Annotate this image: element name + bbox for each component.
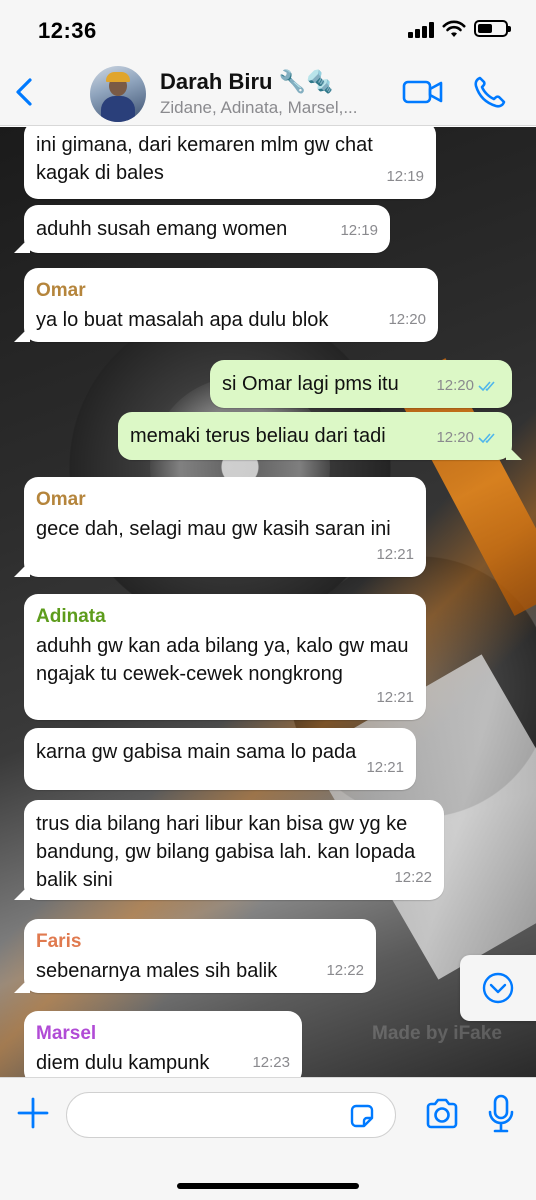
message-time: 12:21 — [376, 546, 414, 563]
message-bubble[interactable]: Adinata aduhh gw kan ada bilang ya, kalo… — [24, 594, 426, 720]
message-text: karna gw gabisa main sama lo pada — [36, 741, 357, 763]
read-receipt-icon — [478, 433, 495, 444]
message-bubble[interactable]: memaki terus beliau dari tadi 12:20 — [118, 412, 522, 460]
message-time: 12:22 — [326, 962, 364, 979]
message-bubble[interactable]: aduhh susah emang women 12:19 — [14, 205, 390, 253]
message-bubble[interactable]: ini gimana, dari kemaren mlm gw chat kag… — [24, 127, 436, 199]
message-text: trus dia bilang hari libur kan bisa gw y… — [36, 813, 416, 891]
chat-title[interactable]: Darah Biru 🔧🔩 — [160, 69, 333, 95]
phone-icon[interactable] — [472, 74, 506, 110]
message-time: 12:22 — [394, 869, 432, 886]
scroll-to-bottom-button[interactable] — [460, 955, 536, 1021]
home-indicator[interactable] — [177, 1183, 359, 1189]
message-bubble[interactable]: Omar ya lo buat masalah apa dulu blok 12… — [14, 268, 438, 342]
chat-header: Darah Biru 🔧🔩 Zidane, Adinata, Marsel,..… — [0, 60, 536, 126]
message-input[interactable] — [66, 1092, 396, 1138]
video-camera-icon[interactable] — [402, 76, 444, 108]
status-time: 12:36 — [38, 18, 97, 43]
message-bubble[interactable]: si Omar lagi pms itu 12:20 — [210, 360, 512, 408]
message-bubble[interactable]: Faris sebenarnya males sih balik 12:22 — [14, 919, 376, 993]
chevron-down-circle-icon — [482, 972, 514, 1004]
wifi-icon — [442, 20, 466, 37]
message-time: 12:20 — [436, 372, 500, 400]
message-text: aduhh gw kan ada bilang ya, kalo gw mau … — [36, 635, 409, 685]
message-bubble[interactable]: Omar gece dah, selagi mau gw kasih saran… — [14, 477, 426, 577]
message-bubble[interactable]: Marsel diem dulu kampunk 12:23 — [24, 1011, 302, 1077]
camera-icon[interactable] — [424, 1098, 460, 1130]
message-text: aduhh susah emang women — [36, 218, 288, 240]
chat-participants[interactable]: Zidane, Adinata, Marsel,... — [160, 98, 390, 118]
message-text: sebenarnya males sih balik — [36, 960, 278, 982]
battery-level — [478, 24, 492, 33]
message-time: 12:19 — [340, 222, 378, 239]
message-sender: Marsel — [36, 1023, 97, 1044]
message-time: 12:23 — [252, 1054, 290, 1071]
message-text: gece dah, selagi mau gw kasih saran ini — [36, 518, 391, 540]
read-receipt-icon — [478, 381, 495, 392]
battery-icon — [474, 20, 511, 37]
message-bubble[interactable]: trus dia bilang hari libur kan bisa gw y… — [14, 800, 444, 900]
chevron-left-icon[interactable] — [10, 74, 40, 110]
group-avatar[interactable] — [90, 66, 146, 122]
microphone-icon[interactable] — [486, 1094, 516, 1134]
message-sender: Faris — [36, 931, 82, 952]
message-sender: Omar — [36, 489, 86, 510]
status-bar: 12:36 — [0, 0, 536, 60]
message-bubble[interactable]: karna gw gabisa main sama lo pada 12:21 — [24, 728, 416, 790]
plus-icon[interactable] — [16, 1096, 50, 1130]
message-sender: Adinata — [36, 606, 106, 627]
message-text: diem dulu kampunk — [36, 1052, 210, 1074]
message-time: 12:21 — [366, 759, 404, 776]
message-time: 12:20 — [388, 311, 426, 328]
message-text: ya lo buat masalah apa dulu blok — [36, 309, 329, 331]
message-input-bar — [0, 1077, 536, 1200]
message-time: 12:19 — [386, 168, 424, 185]
sticker-icon[interactable] — [348, 1102, 376, 1130]
message-text: memaki terus beliau dari tadi — [130, 425, 386, 447]
message-time: 12:20 — [436, 424, 500, 452]
message-text: ini gimana, dari kemaren mlm gw chat kag… — [36, 134, 373, 184]
watermark: Made by iFake — [372, 1023, 502, 1044]
message-text: si Omar lagi pms itu — [222, 373, 399, 395]
chat-messages[interactable]: ini gimana, dari kemaren mlm gw chat kag… — [0, 127, 536, 1077]
cellular-signal-icon — [408, 22, 436, 38]
message-sender: Omar — [36, 280, 86, 301]
message-time: 12:21 — [376, 689, 414, 706]
